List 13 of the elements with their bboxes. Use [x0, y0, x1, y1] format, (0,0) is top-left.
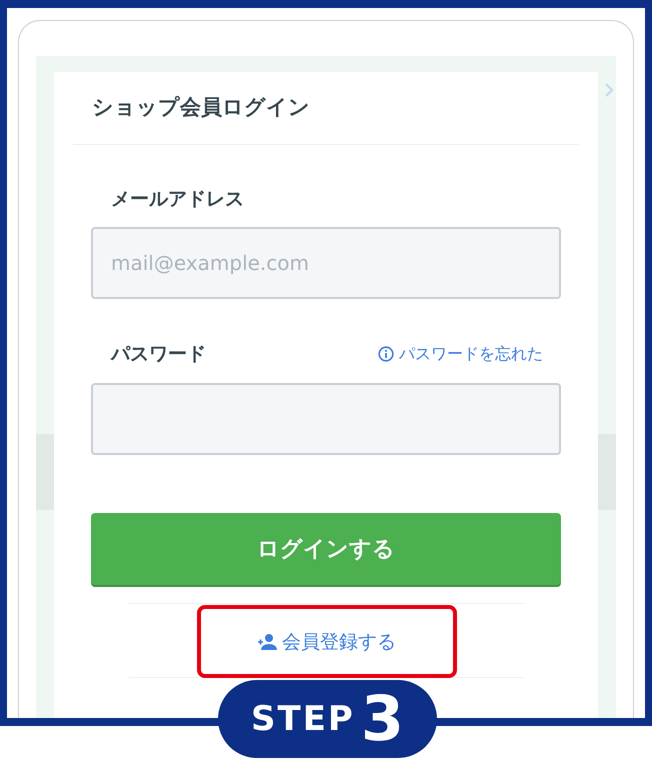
field-label: メールアドレス — [111, 187, 244, 212]
info-icon — [378, 346, 394, 362]
step-label: STEP — [251, 699, 355, 739]
login-button[interactable]: ログインする — [91, 513, 561, 585]
input-field[interactable] — [91, 383, 561, 455]
input-field[interactable]: mail@example.com — [91, 227, 561, 299]
chevron-right-icon — [604, 82, 614, 98]
field-label: パスワード — [111, 342, 206, 367]
forgot-password-link[interactable]: パスワードを忘れた — [378, 344, 543, 364]
add-user-icon — [257, 632, 277, 650]
dialog-title: ショップ会員ログイン — [73, 72, 579, 145]
register-link[interactable]: 会員登録する — [257, 628, 396, 654]
step-number: 3 — [360, 688, 404, 750]
